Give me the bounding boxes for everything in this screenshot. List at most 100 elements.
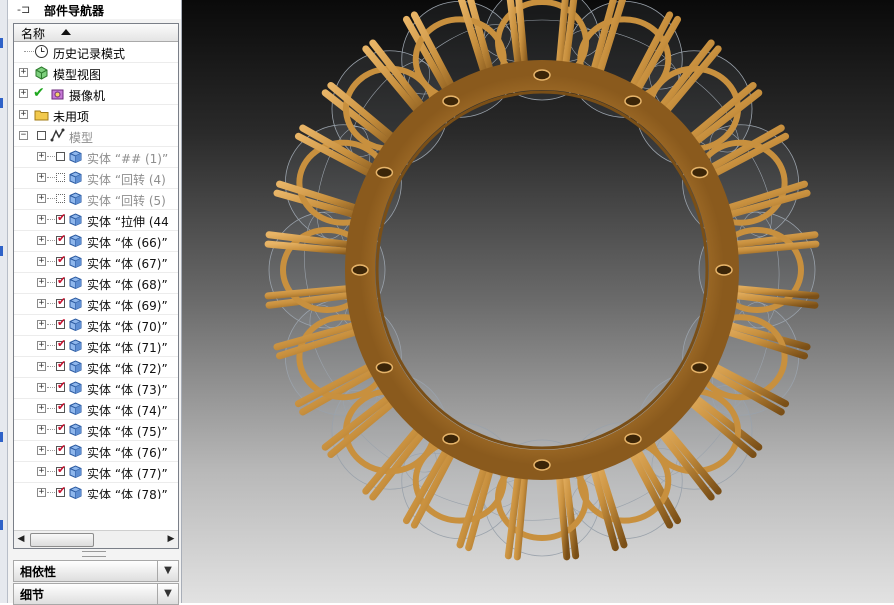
- band-hole: [375, 361, 394, 374]
- solid-body-icon: [68, 254, 83, 269]
- expand-toggle-icon[interactable]: +: [37, 404, 46, 413]
- scrollbar-thumb[interactable]: [30, 533, 94, 547]
- tree-connector: [47, 261, 55, 262]
- expand-toggle-icon[interactable]: +: [19, 68, 28, 77]
- expand-toggle-icon[interactable]: +: [37, 278, 46, 287]
- model-icon: [50, 128, 65, 143]
- tree-node-label: 摄像机: [69, 89, 106, 103]
- tree-node-solid-body[interactable]: + 实体 “## (1)”: [14, 147, 178, 168]
- tree-connector: [47, 156, 55, 157]
- ring-model-render[interactable]: [182, 0, 894, 603]
- tree-node-solid-body[interactable]: + 实体 “体 (73)”: [14, 378, 178, 399]
- expand-toggle-icon[interactable]: +: [37, 341, 46, 350]
- horizontal-scrollbar[interactable]: ◀ ▶: [14, 530, 178, 548]
- tree-node-solid-body[interactable]: + 实体 “体 (71)”: [14, 336, 178, 357]
- resource-bar-marker[interactable]: [0, 520, 3, 530]
- tree-node-solid-body[interactable]: + 实体 “体 (66)”: [14, 231, 178, 252]
- expand-toggle-icon[interactable]: −: [19, 131, 28, 140]
- expand-toggle-icon[interactable]: +: [37, 215, 46, 224]
- column-header-label: 名称: [21, 27, 46, 41]
- tree-node[interactable]: + ✔ 摄像机: [14, 84, 178, 105]
- sort-ascending-icon: [61, 29, 71, 35]
- visibility-checkbox[interactable]: [56, 463, 66, 476]
- tree-node-solid-body[interactable]: + 实体 “体 (70)”: [14, 315, 178, 336]
- tree-connector: [47, 282, 55, 283]
- tree-node-solid-body[interactable]: + 实体 “体 (69)”: [14, 294, 178, 315]
- tree-connector: [47, 240, 55, 241]
- expand-toggle-icon[interactable]: +: [37, 194, 46, 203]
- tree-node-label: 实体 “体 (75)”: [87, 425, 168, 439]
- tree-node-solid-body[interactable]: + 实体 “体 (68)”: [14, 273, 178, 294]
- pin-icon[interactable]: -⊐: [17, 3, 30, 16]
- check-mark-icon[interactable]: ✔: [33, 85, 48, 101]
- resource-bar-marker[interactable]: [0, 246, 3, 256]
- visibility-checkbox[interactable]: [37, 131, 46, 140]
- chevron-down-icon[interactable]: ▼: [157, 561, 178, 581]
- tree-node-label: 模型: [69, 131, 94, 145]
- tree-node-solid-body[interactable]: + 实体 “体 (67)”: [14, 252, 178, 273]
- tree-connector: [47, 219, 55, 220]
- scroll-left-arrow-icon[interactable]: ◀: [15, 533, 27, 546]
- chevron-down-icon[interactable]: ▼: [157, 584, 178, 604]
- visibility-checkbox[interactable]: [56, 211, 66, 224]
- tree-node-solid-body[interactable]: + 实体 “回转 (5): [14, 189, 178, 210]
- expand-toggle-icon[interactable]: +: [37, 236, 46, 245]
- band-hole: [442, 433, 460, 445]
- expand-toggle-icon[interactable]: +: [37, 446, 46, 455]
- dependencies-section-header[interactable]: 相依性 ▼: [13, 560, 179, 582]
- tree-node-solid-body[interactable]: + 实体 “体 (75)”: [14, 420, 178, 441]
- visibility-checkbox[interactable]: [56, 484, 66, 497]
- solid-body-icon: [68, 338, 83, 353]
- expand-toggle-icon[interactable]: +: [37, 152, 46, 161]
- expand-toggle-icon[interactable]: +: [37, 173, 46, 182]
- visibility-checkbox[interactable]: [56, 442, 66, 455]
- tree-node-solid-body[interactable]: + 实体 “回转 (4): [14, 168, 178, 189]
- visibility-checkbox[interactable]: [56, 295, 66, 308]
- details-section-header[interactable]: 细节 ▼: [13, 583, 179, 605]
- visibility-checkbox[interactable]: [56, 337, 66, 350]
- band-hole: [690, 361, 709, 374]
- tree-node-solid-body[interactable]: + 实体 “体 (78)”: [14, 483, 178, 499]
- visibility-checkbox[interactable]: [56, 173, 65, 182]
- visibility-checkbox[interactable]: [56, 379, 66, 392]
- scroll-right-arrow-icon[interactable]: ▶: [165, 533, 177, 546]
- visibility-checkbox[interactable]: [56, 152, 65, 161]
- graphics-viewport[interactable]: [182, 0, 894, 603]
- visibility-checkbox[interactable]: [56, 400, 66, 413]
- expand-toggle-icon[interactable]: +: [37, 362, 46, 371]
- resource-bar-marker[interactable]: [0, 98, 3, 108]
- expand-toggle-icon[interactable]: +: [37, 425, 46, 434]
- visibility-checkbox[interactable]: [56, 253, 66, 266]
- panel-splitter-handle[interactable]: [82, 551, 106, 557]
- visibility-checkbox[interactable]: [56, 274, 66, 287]
- details-section-title: 细节: [20, 588, 45, 602]
- solid-body-icon: [68, 464, 83, 479]
- expand-toggle-icon[interactable]: +: [37, 383, 46, 392]
- band-hole: [442, 95, 460, 107]
- tree-node[interactable]: + 未用项: [14, 105, 178, 126]
- tree-node[interactable]: 历史记录模式: [14, 42, 178, 63]
- tree-node-solid-body[interactable]: + 实体 “体 (72)”: [14, 357, 178, 378]
- tree-node[interactable]: − 模型: [14, 126, 178, 147]
- column-header-name[interactable]: 名称: [14, 24, 178, 42]
- visibility-checkbox[interactable]: [56, 316, 66, 329]
- expand-toggle-icon[interactable]: +: [37, 299, 46, 308]
- tree-node-solid-body[interactable]: + 实体 “体 (76)”: [14, 441, 178, 462]
- expand-toggle-icon[interactable]: +: [37, 320, 46, 329]
- expand-toggle-icon[interactable]: +: [37, 257, 46, 266]
- visibility-checkbox[interactable]: [56, 194, 65, 203]
- tree-node-solid-body[interactable]: + 实体 “体 (77)”: [14, 462, 178, 483]
- expand-toggle-icon[interactable]: +: [37, 467, 46, 476]
- visibility-checkbox[interactable]: [56, 421, 66, 434]
- visibility-checkbox[interactable]: [56, 232, 66, 245]
- visibility-checkbox[interactable]: [56, 358, 66, 371]
- resource-bar-marker[interactable]: [0, 432, 3, 442]
- resource-bar-marker[interactable]: [0, 38, 3, 48]
- expand-toggle-icon[interactable]: +: [19, 110, 28, 119]
- expand-toggle-icon[interactable]: +: [19, 89, 28, 98]
- solid-body-icon: [68, 485, 83, 499]
- expand-toggle-icon[interactable]: +: [37, 488, 46, 497]
- tree-node-solid-body[interactable]: + 实体 “拉伸 (44: [14, 210, 178, 231]
- tree-node[interactable]: + 模型视图: [14, 63, 178, 84]
- tree-node-solid-body[interactable]: + 实体 “体 (74)”: [14, 399, 178, 420]
